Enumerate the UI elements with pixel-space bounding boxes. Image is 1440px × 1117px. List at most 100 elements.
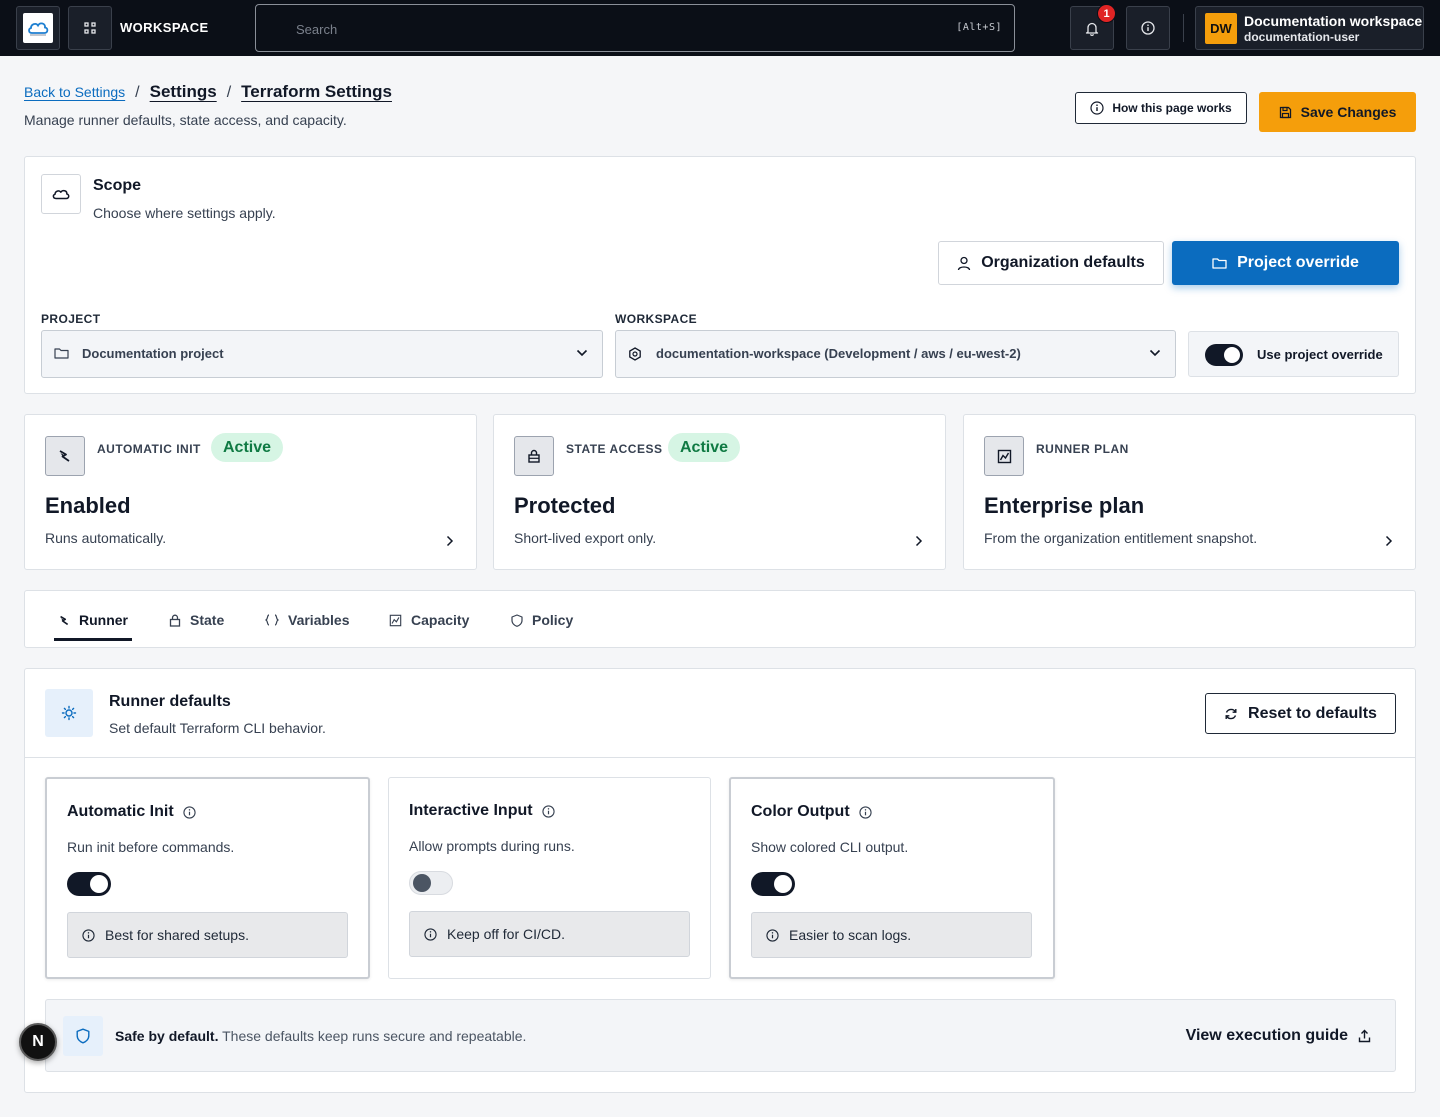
save-changes-button[interactable]: Save Changes xyxy=(1259,92,1416,132)
app-logo[interactable] xyxy=(16,6,60,50)
shield-icon xyxy=(511,613,523,627)
grid-icon xyxy=(84,22,96,34)
active-tab-indicator xyxy=(54,638,132,641)
save-icon xyxy=(1279,106,1291,118)
workspace-select-value: documentation-workspace (Development / a… xyxy=(656,346,1021,361)
organization-defaults-label: Organization defaults xyxy=(981,254,1145,271)
use-project-override-toggle[interactable] xyxy=(1205,344,1243,366)
save-changes-label: Save Changes xyxy=(1300,104,1397,120)
use-project-override-control[interactable]: Use project override xyxy=(1188,331,1399,377)
project-override-label: Project override xyxy=(1237,254,1359,271)
safe-by-default-heading: Safe by default. xyxy=(115,1028,219,1044)
stat-card-runner-plan[interactable]: RUNNER PLAN Enterprise plan From the org… xyxy=(963,414,1416,570)
tab-label: Capacity xyxy=(411,612,470,628)
terminal-icon xyxy=(60,615,69,625)
help-button[interactable] xyxy=(1126,6,1170,50)
page-subtitle: Manage runner defaults, state access, an… xyxy=(24,112,347,128)
tab-label: Policy xyxy=(532,612,574,628)
cloud-logo-icon xyxy=(23,13,53,43)
info-icon[interactable] xyxy=(183,805,196,819)
option-note-text: Keep off for CI/CD. xyxy=(447,926,566,942)
project-override-button[interactable]: Project override xyxy=(1172,241,1399,285)
stat-value: Enabled xyxy=(45,493,131,518)
breadcrumb-separator: / xyxy=(226,84,232,101)
tab-policy[interactable]: Policy xyxy=(511,591,573,649)
tab-state[interactable]: State xyxy=(169,591,224,649)
option-title: Color Output xyxy=(751,803,872,821)
toggle-knob xyxy=(1224,347,1240,363)
stat-card-automatic-init[interactable]: AUTOMATIC INIT Active Enabled Runs autom… xyxy=(24,414,477,570)
view-execution-guide-link[interactable]: View execution guide xyxy=(1186,1027,1371,1045)
status-badge: Active xyxy=(668,433,741,462)
chart-icon xyxy=(389,614,402,626)
shield-icon xyxy=(63,1016,103,1056)
dev-tools-button[interactable]: N xyxy=(19,1023,57,1061)
safe-by-default-banner: Safe by default. These defaults keep run… xyxy=(45,999,1396,1072)
notification-badge: 1 xyxy=(1097,4,1116,23)
organization-defaults-button[interactable]: Organization defaults xyxy=(938,241,1164,285)
info-icon xyxy=(766,928,779,942)
back-to-settings-link[interactable]: Back to Settings xyxy=(24,84,125,100)
app-switcher-button[interactable] xyxy=(68,6,112,50)
chevron-down-icon xyxy=(576,349,588,357)
option-title: Automatic Init xyxy=(67,803,196,821)
hexagon-icon xyxy=(629,347,641,361)
project-select[interactable]: Documentation project xyxy=(41,330,603,378)
cloud-icon xyxy=(41,174,81,214)
reset-to-defaults-button[interactable]: Reset to defaults xyxy=(1205,693,1396,734)
info-icon[interactable] xyxy=(859,805,872,819)
tab-label: Runner xyxy=(79,612,128,628)
stat-value: Enterprise plan xyxy=(984,493,1145,518)
option-card-automatic-init[interactable]: Automatic Init Run init before commands.… xyxy=(45,777,370,979)
option-card-color-output[interactable]: Color Output Show colored CLI output. Ea… xyxy=(729,777,1055,979)
reset-to-defaults-label: Reset to defaults xyxy=(1248,704,1377,722)
option-note-text: Best for shared setups. xyxy=(105,927,249,943)
workspace-select[interactable]: documentation-workspace (Development / a… xyxy=(615,330,1176,378)
runner-defaults-subtitle: Set default Terraform CLI behavior. xyxy=(109,720,326,736)
interactive-input-toggle[interactable] xyxy=(409,871,453,895)
runner-defaults-title: Runner defaults xyxy=(109,693,231,710)
terminal-icon xyxy=(45,436,85,476)
stat-description: Runs automatically. xyxy=(45,530,167,546)
search-input[interactable] xyxy=(296,17,896,41)
stat-card-state-access[interactable]: STATE ACCESS Active Protected Short-live… xyxy=(493,414,946,570)
option-card-interactive-input[interactable]: Interactive Input Allow prompts during r… xyxy=(388,777,711,979)
option-description: Show colored CLI output. xyxy=(751,839,909,855)
option-title-text: Interactive Input xyxy=(409,802,533,819)
runner-defaults-panel: Runner defaults Set default Terraform CL… xyxy=(24,668,1416,1093)
tab-capacity[interactable]: Capacity xyxy=(389,591,469,649)
gear-icon xyxy=(45,689,93,737)
account-name: Documentation workspace xyxy=(1244,13,1423,29)
color-output-toggle[interactable] xyxy=(751,872,795,896)
stat-value: Protected xyxy=(514,493,616,518)
tab-label: Variables xyxy=(288,612,350,628)
avatar: DW xyxy=(1205,13,1237,44)
option-title-text: Automatic Init xyxy=(67,803,174,820)
breadcrumb-terraform-settings[interactable]: Terraform Settings xyxy=(241,82,392,102)
view-execution-guide-label: View execution guide xyxy=(1185,1027,1348,1044)
top-bar: WORKSPACE [Alt+S] 1 DW Documentation wor… xyxy=(0,0,1440,56)
info-icon xyxy=(82,928,95,942)
stat-label: AUTOMATIC INIT xyxy=(97,442,201,456)
account-menu[interactable]: DW Documentation workspace documentation… xyxy=(1195,6,1424,50)
chevron-right-icon xyxy=(1385,535,1393,547)
settings-tabs: Runner State Variables Capacity Policy xyxy=(24,590,1416,648)
tab-variables[interactable]: Variables xyxy=(265,591,350,649)
option-title: Interactive Input xyxy=(409,802,555,820)
breadcrumb-settings[interactable]: Settings xyxy=(150,82,217,102)
option-description: Run init before commands. xyxy=(67,839,235,855)
bell-icon xyxy=(1085,22,1099,36)
option-note-text: Easier to scan logs. xyxy=(789,927,912,943)
folder-icon xyxy=(54,348,69,359)
user-icon xyxy=(958,256,971,270)
scope-title: Scope xyxy=(93,177,142,194)
how-this-page-works-button[interactable]: How this page works xyxy=(1075,92,1247,124)
info-icon xyxy=(1141,21,1155,35)
lock-icon xyxy=(514,436,554,476)
chevron-right-icon xyxy=(915,535,923,547)
search-box[interactable]: [Alt+S] xyxy=(255,4,1015,52)
scope-card: Scope Choose where settings apply. Organ… xyxy=(24,156,1416,394)
automatic-init-toggle[interactable] xyxy=(67,872,111,896)
info-icon[interactable] xyxy=(541,804,555,818)
toggle-knob xyxy=(413,874,431,892)
